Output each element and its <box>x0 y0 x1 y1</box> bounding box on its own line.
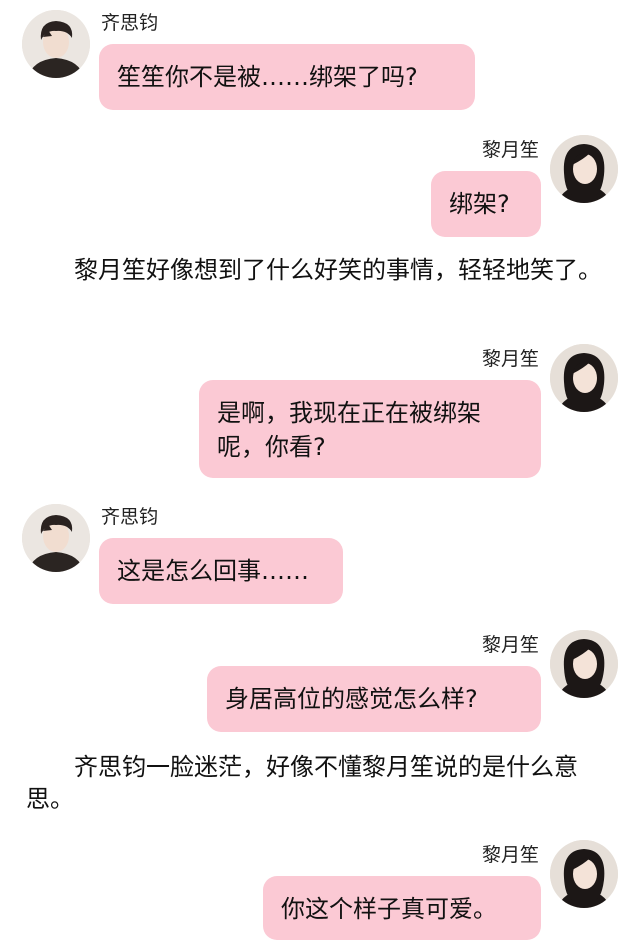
sender-name: 黎月笙 <box>481 634 539 656</box>
narration-text: 黎月笙好像想到了什么好笑的事情，轻轻地笑了。 <box>74 256 602 284</box>
sender-name: 齐思钧 <box>101 506 159 528</box>
sender-name: 黎月笙 <box>481 139 539 161</box>
message-bubble[interactable]: 身居高位的感觉怎么样? <box>207 666 541 732</box>
male-portrait-avatar-icon[interactable] <box>22 504 90 572</box>
chat-message-right: 黎月笙 是啊，我现在正在被绑架呢，你看? <box>0 344 640 478</box>
message-bubble[interactable]: 是啊，我现在正在被绑架呢，你看? <box>199 380 541 478</box>
narration-text: 齐思钧一脸迷茫，好像不懂黎月笙说的是什么意思。 <box>26 753 578 813</box>
message-bubble[interactable]: 绑架? <box>431 171 541 237</box>
chat-message-left: 齐思钧 这是怎么回事…… <box>0 504 640 604</box>
message-bubble[interactable]: 笙笙你不是被……绑架了吗? <box>99 44 475 110</box>
chat-message-right: 黎月笙 你这个样子真可爱。 <box>0 840 640 942</box>
message-bubble[interactable]: 你这个样子真可爱。 <box>263 876 541 940</box>
chat-message-right: 黎月笙 身居高位的感觉怎么样? <box>0 630 640 732</box>
chat-message-left: 齐思钧 笙笙你不是被……绑架了吗? <box>0 10 640 110</box>
female-portrait-avatar-icon[interactable] <box>550 630 618 698</box>
female-portrait-avatar-icon[interactable] <box>550 840 618 908</box>
male-portrait-avatar-icon[interactable] <box>22 10 90 78</box>
sender-name: 黎月笙 <box>481 348 539 370</box>
chat-message-right: 黎月笙 绑架? <box>0 135 640 237</box>
message-bubble[interactable]: 这是怎么回事…… <box>99 538 343 604</box>
female-portrait-avatar-icon[interactable] <box>550 135 618 203</box>
sender-name: 齐思钧 <box>101 12 159 34</box>
sender-name: 黎月笙 <box>481 844 539 866</box>
female-portrait-avatar-icon[interactable] <box>550 344 618 412</box>
